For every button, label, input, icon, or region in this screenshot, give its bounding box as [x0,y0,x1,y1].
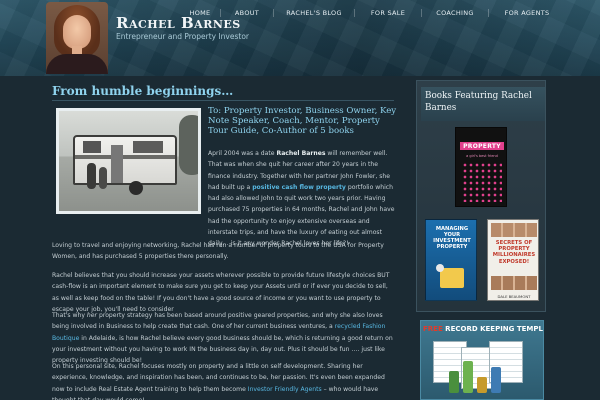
author-photos [491,276,537,290]
nav-home[interactable]: HOME [180,9,220,17]
nav-about[interactable]: ABOUT [221,9,273,17]
text-run: portfolio which had also allowed John to… [208,183,395,248]
text-run: April 2004 was a date [208,150,277,157]
chart-bar-icon [449,371,459,393]
page-title: From humble beginnings… [52,84,234,98]
text-run: That's why [52,312,87,319]
chart-bar-icon [463,361,473,393]
book-subtitle: a girl's best friend [466,154,498,158]
bio-paragraph-3: Rachel believes that you should increase… [52,272,390,313]
nav-for-sale[interactable]: FOR SALE [355,9,421,17]
avatar-shoulders [46,54,108,74]
main-nav: HOME ABOUT RACHEL'S BLOG FOR SALE COACHI… [170,6,600,20]
book-cover-managing-investment-property[interactable]: MANAGING YOUR INVESTMENT PROPERTY [425,219,477,301]
book-title: PROPERTY [463,143,501,150]
photo-tree [179,115,198,175]
chart-bar-icon [491,367,501,393]
intro-heading: To: Property Investor, Business Owner, K… [208,106,397,137]
nav-coaching[interactable]: COACHING [422,9,488,17]
nav-for-agents[interactable]: FOR AGENTS [489,9,565,17]
bio-paragraph-5: On this personal site, Rachel focuses mo… [52,361,394,400]
chart-bar-icon [477,377,487,393]
free-label: FREE [423,325,443,333]
book-cover-secrets-property-millionaires[interactable]: SECRETS OF PROPERTY MILLIONAIRES EXPOSED… [487,219,539,301]
caravan-photo [56,108,201,214]
photo-person [87,163,96,189]
text-run: property strategy has been based around … [52,312,383,331]
photo-caravan-stripe [75,155,175,159]
books-widget-title: Books Featuring Rachel Barnes [421,87,545,121]
photo-wheel [129,181,143,195]
book-title: SECRETS OF PROPERTY MILLIONAIRES EXPOSED… [492,240,536,265]
photo-person [99,167,107,189]
avatar [46,2,108,74]
site-header: Rachel Barnes Entrepreneur and Property … [0,0,600,76]
house-icon [440,268,464,288]
title-divider [52,100,394,101]
template-banner-title: FREE RECORD KEEPING TEMPLATE [423,325,543,333]
avatar-face [63,15,91,49]
key-icon [436,264,444,272]
photo-window [133,141,163,153]
book-author: DALE BEAUMONT [497,294,531,299]
main-content: From humble beginnings… To: Property Inv… [48,80,398,400]
book-cover-property[interactable]: PROPERTY a girl's best friend [455,127,507,207]
record-keeping-template-banner[interactable]: FREE RECORD KEEPING TEMPLATE [420,320,544,400]
books-widget: Books Featuring Rachel Barnes PROPERTY a… [416,80,546,312]
investor-friendly-agents-link[interactable]: Investor Friendly Agents [248,386,322,393]
author-photos [491,223,537,237]
emphasis: her [86,312,98,319]
bio-paragraph-1: April 2004 was a date Rachel Barnes will… [208,148,398,250]
site-tagline: Entrepreneur and Property Investor [116,32,250,41]
bold-name: Rachel Barnes [276,150,326,157]
photo-window [83,141,101,153]
text-run: in Adelaide, is how Rachel believe every… [52,334,393,365]
template-label: RECORD KEEPING TEMPLATE [445,325,543,333]
book-pattern [462,162,502,202]
bio-paragraph-4: That's why her property strategy has bee… [52,310,394,366]
photo-door [111,145,123,183]
sidebar: Books Featuring Rachel Barnes PROPERTY a… [416,80,546,400]
nav-blog[interactable]: RACHEL'S BLOG [274,9,354,17]
bio-paragraph-2: Loving to travel and enjoying networking… [52,242,384,261]
positive-cash-flow-link[interactable]: positive cash flow property [252,184,346,191]
book-title: MANAGING YOUR INVESTMENT PROPERTY [433,226,471,250]
